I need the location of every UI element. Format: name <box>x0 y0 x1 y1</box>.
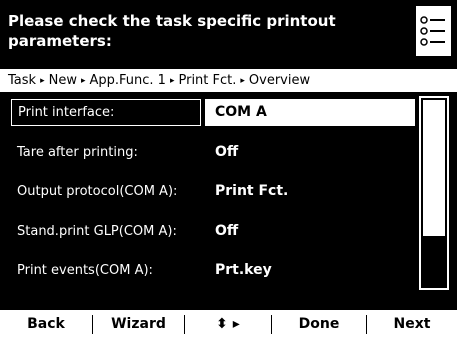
breadcrumb-item-print-fct[interactable]: Print Fct. <box>178 73 236 88</box>
param-label: Tare after printing: <box>17 145 138 160</box>
param-value[interactable]: COM A <box>205 99 415 126</box>
param-value[interactable]: Print Fct. <box>205 178 415 205</box>
wizard-button[interactable]: Wizard <box>93 310 184 338</box>
breadcrumb-separator-icon: ▸ <box>240 76 245 86</box>
breadcrumb-separator-icon: ▸ <box>169 76 175 86</box>
breadcrumb-separator-icon: ▸ <box>80 76 86 86</box>
param-row-output-protocol[interactable]: Output protocol(COM A): Print Fct. <box>11 178 415 205</box>
breadcrumb-separator-icon: ▸ <box>40 76 45 86</box>
breadcrumb-item-task[interactable]: Task <box>8 73 36 88</box>
done-button[interactable]: Done <box>272 310 366 338</box>
breadcrumb-item-app-func[interactable]: App.Func. 1 <box>89 73 165 88</box>
param-label: Print interface: <box>11 99 201 126</box>
param-value[interactable]: Off <box>205 218 415 245</box>
page-title: Please check the task specific printout … <box>8 12 336 50</box>
param-label: Stand.print GLP(COM A): <box>17 224 177 239</box>
softkey-bar: Back Wizard ⬍ ▸ Done Next <box>0 310 457 338</box>
breadcrumb: Task ▸ New ▸ App.Func. 1 ▸ Print Fct. ▸ Overview <box>0 69 457 92</box>
header: Please check the task specific printout … <box>0 0 457 68</box>
next-button[interactable]: Next <box>367 310 457 338</box>
param-row-print-interface[interactable]: Print interface: COM A <box>11 99 415 126</box>
param-row-stand-print-glp[interactable]: Stand.print GLP(COM A): Off <box>11 218 415 245</box>
scrollbar-thumb[interactable] <box>423 100 445 236</box>
back-button[interactable]: Back <box>0 310 92 338</box>
navigate-arrows-button[interactable]: ⬍ ▸ <box>185 310 271 338</box>
param-row-tare-after-printing[interactable]: Tare after printing: Off <box>11 139 415 166</box>
param-row-print-events[interactable]: Print events(COM A): Prt.key <box>11 257 415 284</box>
param-value[interactable]: Off <box>205 139 415 166</box>
balance-display-screen: Please check the task specific printout … <box>0 0 457 338</box>
param-label: Output protocol(COM A): <box>17 184 178 199</box>
list-settings-icon[interactable] <box>416 6 451 56</box>
breadcrumb-item-new[interactable]: New <box>49 73 77 88</box>
breadcrumb-item-overview: Overview <box>248 73 311 88</box>
param-label: Print events(COM A): <box>17 263 153 278</box>
scrollbar[interactable] <box>419 96 449 290</box>
param-value[interactable]: Prt.key <box>205 257 415 284</box>
